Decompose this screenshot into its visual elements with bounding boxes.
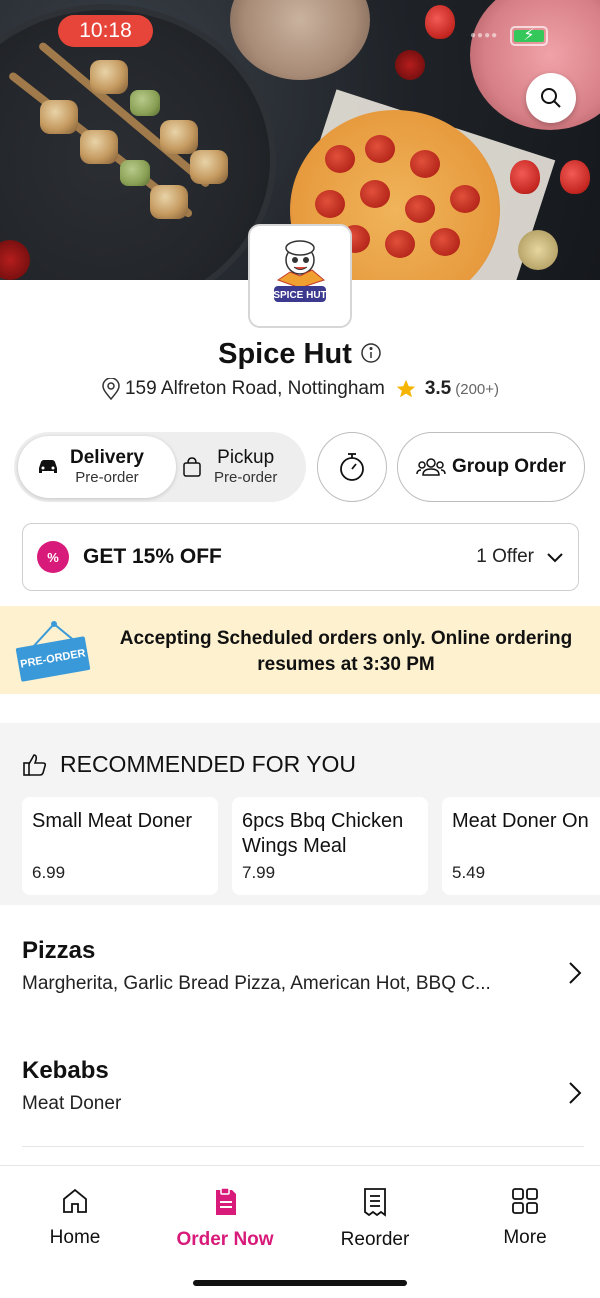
status-time: 10:18	[58, 15, 153, 47]
delivery-option[interactable]: Delivery Pre-order	[18, 436, 176, 498]
pickup-label: Pickup	[217, 446, 275, 468]
chevron-right-icon	[569, 1082, 582, 1104]
grid-icon	[512, 1188, 538, 1214]
pickup-option[interactable]: Pickup Pre-order	[178, 436, 302, 498]
divider	[22, 1146, 584, 1147]
category-items: Margherita, Garlic Bread Pizza, American…	[22, 973, 491, 994]
item-price: 5.49	[452, 863, 486, 882]
stopwatch-icon	[340, 453, 364, 481]
item-name: 6pcs Bbq Chicken Wings Meal	[242, 810, 404, 857]
bag-icon	[183, 457, 201, 477]
recommended-header: RECOMMENDED FOR YOU	[22, 751, 356, 778]
delivery-label: Delivery	[70, 446, 144, 468]
recommended-section: RECOMMENDED FOR YOU Small Meat Doner 6.9…	[0, 723, 600, 905]
category-items: Meat Doner	[22, 1093, 122, 1114]
group-icon	[416, 458, 446, 476]
recommended-card[interactable]: Small Meat Doner 6.99	[22, 797, 218, 895]
category-title: Kebabs	[22, 1057, 109, 1084]
offer-title: GET 15% OFF	[83, 545, 222, 568]
item-price: 7.99	[242, 863, 276, 882]
item-name: Meat Doner On Tray	[452, 810, 590, 832]
restaurant-title: Spice Hut	[0, 338, 600, 372]
category-title: Pizzas	[22, 937, 96, 964]
restaurant-name: Spice Hut	[218, 338, 352, 370]
search-icon	[541, 88, 561, 108]
receipt-icon	[364, 1188, 386, 1217]
group-order-button[interactable]: Group Order	[397, 432, 585, 502]
star-icon	[396, 379, 415, 398]
category-row-pizzas[interactable]: Pizzas Margherita, Garlic Bread Pizza, A…	[22, 937, 582, 995]
nav-more[interactable]: More	[450, 1186, 600, 1249]
shake-image	[230, 0, 370, 80]
address-text: 159 Alfreton Road, Nottingham	[124, 378, 385, 399]
thumbs-up-icon	[23, 753, 47, 776]
offer-card[interactable]: % GET 15% OFF 1 Offer	[22, 523, 579, 591]
signal-icon: ●●●●	[470, 30, 499, 41]
bottom-nav: Home Order Now Reorder More	[0, 1165, 600, 1298]
order-icon	[216, 1187, 236, 1215]
home-indicator	[193, 1280, 407, 1286]
nav-order-now[interactable]: Order Now	[150, 1186, 300, 1251]
category-row-kebabs[interactable]: Kebabs Meat Doner	[22, 1057, 582, 1115]
pickup-sub: Pre-order	[214, 469, 278, 487]
location-pin-icon	[102, 378, 120, 400]
order-mode-toggle: Delivery Pre-order Pickup Pre-order	[14, 432, 306, 502]
nav-label: More	[503, 1227, 547, 1248]
recommended-title: RECOMMENDED FOR YOU	[60, 751, 357, 777]
rating-count: (200+)	[455, 380, 500, 398]
chevron-down-icon	[547, 553, 563, 563]
banner-message: Accepting Scheduled orders only. Online …	[119, 628, 573, 675]
nav-label: Reorder	[340, 1229, 410, 1250]
battery-icon: ⚡	[510, 26, 548, 46]
item-price: 6.99	[32, 863, 66, 882]
schedule-button[interactable]	[317, 432, 387, 502]
group-order-label: Group Order	[451, 456, 566, 477]
nav-home[interactable]: Home	[0, 1186, 150, 1249]
restaurant-logo: SPICE HUT	[248, 224, 352, 328]
recommended-card[interactable]: 6pcs Bbq Chicken Wings Meal 7.99	[232, 797, 428, 895]
address-row: 159 Alfreton Road, Nottingham 3.5 (200+)	[0, 378, 600, 400]
search-button[interactable]	[526, 73, 576, 123]
item-name: Small Meat Doner	[32, 810, 193, 832]
car-icon	[39, 460, 57, 473]
offer-count: 1 Offer	[476, 546, 534, 567]
info-icon[interactable]	[360, 339, 382, 372]
chevron-right-icon	[569, 962, 582, 984]
recommended-card[interactable]: Meat Doner On Tray 5.49	[442, 797, 600, 895]
discount-badge-icon: %	[37, 541, 69, 573]
skewer-plate-image	[0, 10, 270, 280]
nav-label: Home	[49, 1227, 101, 1248]
nav-reorder[interactable]: Reorder	[300, 1186, 450, 1251]
delivery-sub: Pre-order	[75, 469, 139, 487]
logo-text: SPICE HUT	[273, 290, 326, 301]
preorder-banner: PRE-ORDER Accepting Scheduled orders onl…	[0, 606, 600, 694]
home-icon	[63, 1188, 87, 1213]
rating-value: 3.5	[424, 378, 452, 399]
nav-label: Order Now	[176, 1229, 274, 1250]
